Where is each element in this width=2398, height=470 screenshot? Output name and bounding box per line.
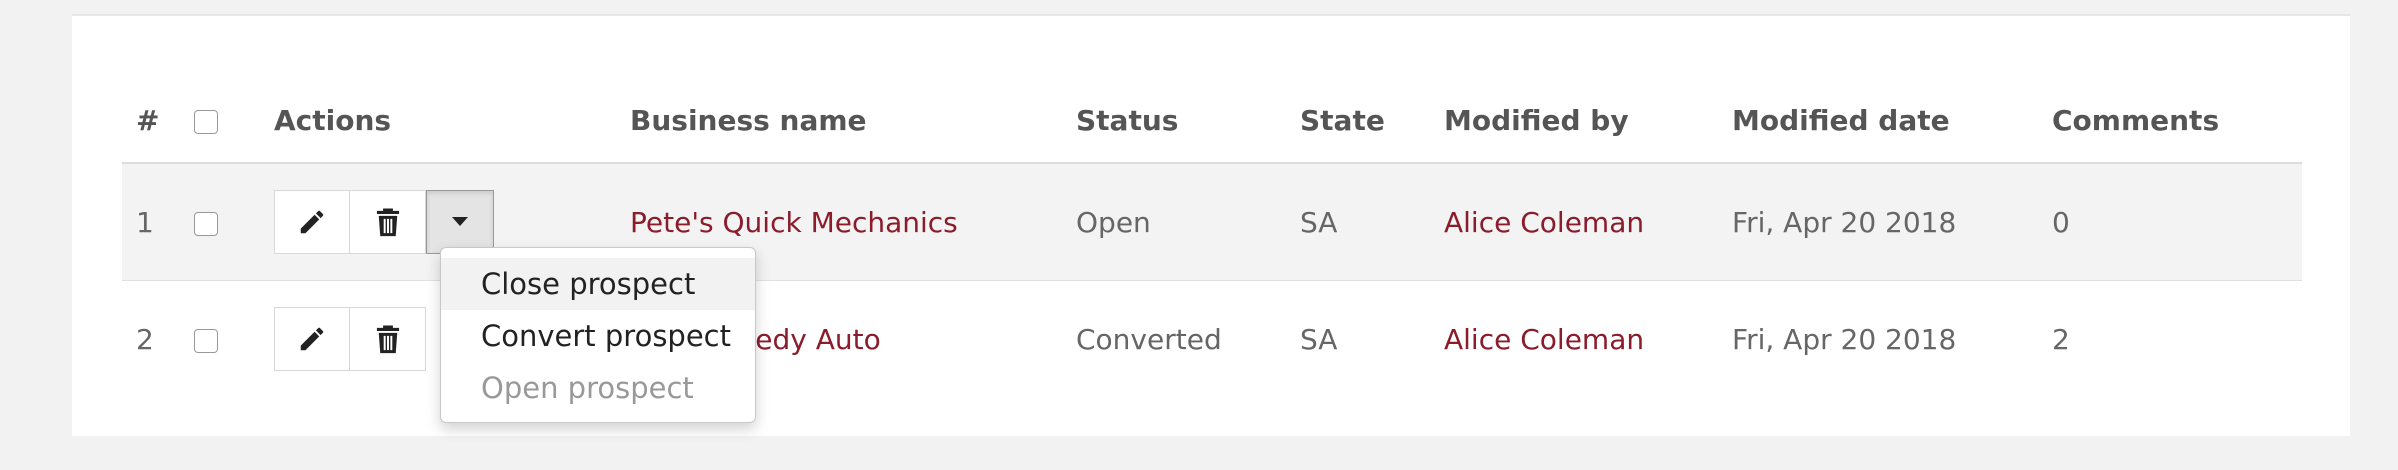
col-header-modified-date[interactable]: Modified date bbox=[1732, 78, 2052, 164]
col-header-state[interactable]: State bbox=[1300, 78, 1444, 164]
comments-count: 0 bbox=[2052, 163, 2302, 281]
state-cell: SA bbox=[1300, 322, 1338, 356]
pencil-icon bbox=[297, 324, 327, 354]
edit-button[interactable] bbox=[274, 307, 350, 371]
status-cell: Open bbox=[1076, 163, 1300, 281]
more-actions-dropdown-button[interactable] bbox=[426, 190, 494, 254]
row-select-cell[interactable] bbox=[194, 281, 274, 398]
table-header-row: # Actions Business name Status State Mod… bbox=[122, 78, 2302, 164]
comments-count: 2 bbox=[2052, 322, 2070, 356]
col-header-comments[interactable]: Comments bbox=[2052, 78, 2302, 164]
delete-button[interactable] bbox=[350, 190, 426, 254]
row-checkbox[interactable] bbox=[194, 211, 218, 236]
row-number: 2 bbox=[136, 322, 154, 356]
modified-by-link[interactable]: Alice Coleman bbox=[1444, 281, 1732, 398]
col-header-status[interactable]: Status bbox=[1076, 78, 1300, 164]
menu-item-convert-prospect[interactable]: Convert prospect bbox=[441, 310, 755, 362]
caret-down-icon bbox=[452, 217, 468, 227]
pencil-icon bbox=[297, 207, 327, 237]
modified-date-cell: Fri, Apr 20 2018 bbox=[1732, 163, 2052, 281]
trash-icon bbox=[373, 323, 403, 355]
modified-by-link[interactable]: Alice Coleman bbox=[1444, 163, 1732, 281]
prospects-panel: # Actions Business name Status State Mod… bbox=[72, 14, 2350, 436]
col-header-select-all[interactable] bbox=[194, 78, 274, 164]
col-header-number: # bbox=[122, 78, 194, 164]
row-checkbox[interactable] bbox=[194, 328, 218, 353]
col-header-modified-by[interactable]: Modified by bbox=[1444, 78, 1732, 164]
edit-button[interactable] bbox=[274, 190, 350, 254]
menu-item-open-prospect: Open prospect bbox=[481, 371, 694, 405]
status-cell: Converted bbox=[1076, 322, 1222, 356]
prospect-actions-menu: Close prospect Convert prospect Open pro… bbox=[440, 247, 756, 423]
delete-button[interactable] bbox=[350, 307, 426, 371]
col-header-actions: Actions bbox=[274, 78, 630, 164]
row-select-cell[interactable] bbox=[194, 163, 274, 281]
state-cell: SA bbox=[1300, 163, 1444, 281]
action-button-group bbox=[274, 190, 630, 254]
row-number: 1 bbox=[122, 163, 194, 281]
select-all-checkbox[interactable] bbox=[194, 109, 218, 134]
menu-item-close-prospect[interactable]: Close prospect bbox=[441, 258, 755, 310]
trash-icon bbox=[373, 206, 403, 238]
modified-date-cell: Fri, Apr 20 2018 bbox=[1732, 322, 1957, 356]
col-header-business-name[interactable]: Business name bbox=[630, 78, 1076, 164]
